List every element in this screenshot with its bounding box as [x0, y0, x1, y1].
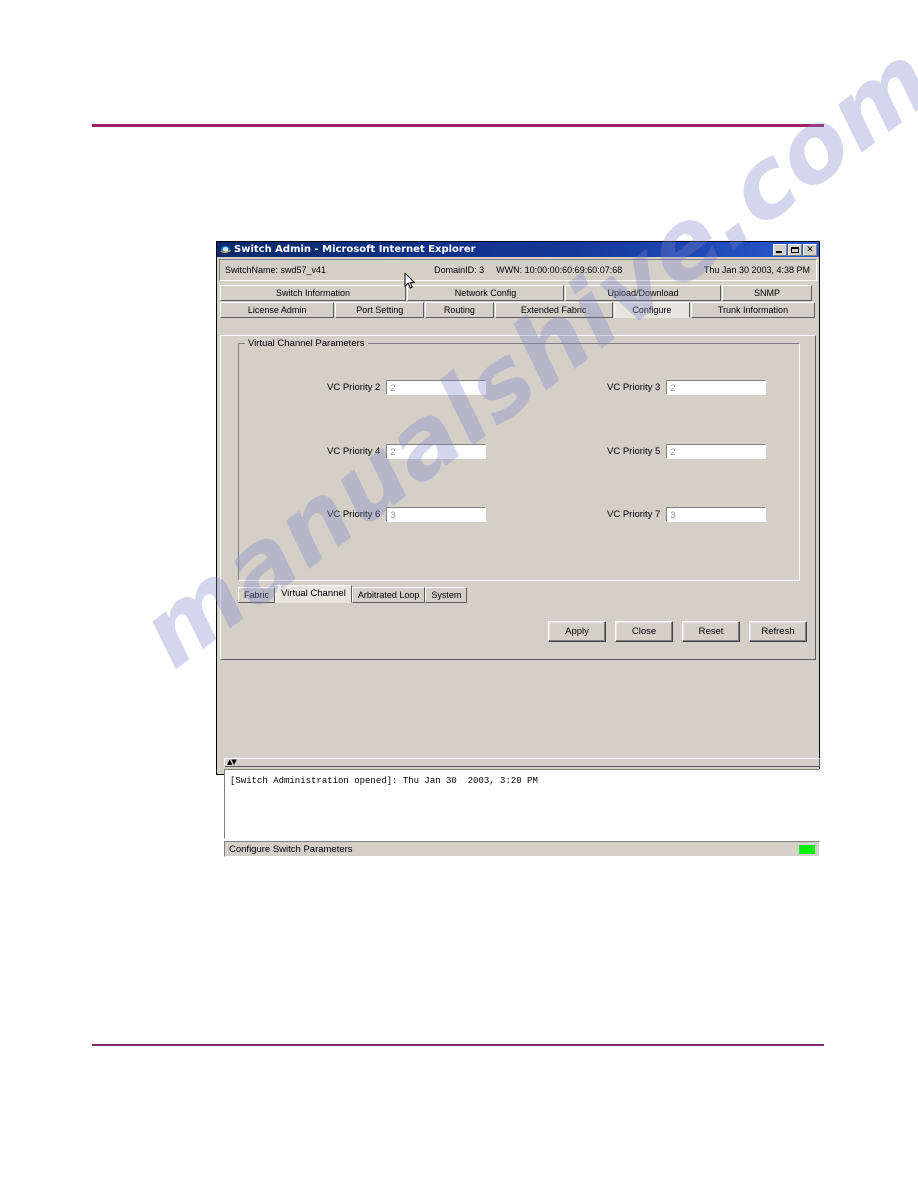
- field-label: VC Priority 6: [327, 509, 381, 520]
- domain-id-label: DomainID:: [434, 265, 477, 275]
- input-vc-priority-5[interactable]: [666, 444, 767, 459]
- tabrow-2: License Admin Port Setting Routing Extended…: [220, 302, 816, 318]
- wwn: WWN: 10:00:00:60:69:60:07:68: [496, 265, 622, 275]
- tab-label: Configure: [632, 305, 672, 315]
- switch-info-bar: SwitchName: swd57_v41 DomainID: 3 WWN: 1…: [219, 259, 817, 289]
- field-label: VC Priority 2: [327, 382, 381, 393]
- panel-splitter[interactable]: ▲▼: [224, 758, 820, 767]
- log-output-area: [Switch Administration opened]: Thu Jan …: [224, 769, 820, 839]
- field-vc-priority-4: VC Priority 4: [327, 444, 487, 459]
- tab-configure[interactable]: Configure: [613, 302, 690, 318]
- tab-port-setting[interactable]: Port Setting: [335, 302, 425, 318]
- sub-tabstrip: Fabric Virtual Channel Arbitrated Loop Syst…: [238, 585, 468, 603]
- splitter-arrows-icon[interactable]: ▲▼: [227, 759, 237, 766]
- field-label: VC Priority 5: [607, 446, 661, 457]
- status-text: Configure Switch Parameters: [229, 843, 353, 855]
- tab-label: Port Setting: [356, 305, 404, 315]
- close-button[interactable]: Close: [615, 621, 673, 642]
- tab-label: SNMP: [753, 288, 780, 298]
- tabrow-1: Switch Information Network Config Upload/D…: [220, 285, 816, 301]
- domain-id: DomainID: 3: [434, 265, 484, 275]
- input-vc-priority-6[interactable]: [386, 507, 487, 522]
- field-vc-priority-7: VC Priority 7: [607, 507, 767, 522]
- tab-upload-download[interactable]: Upload/Download: [565, 285, 721, 301]
- action-buttons: Apply Close Reset Refresh: [548, 621, 807, 642]
- field-vc-priority-2: VC Priority 2: [327, 380, 487, 395]
- input-vc-priority-7[interactable]: [666, 507, 767, 522]
- field-vc-priority-5: VC Priority 5: [607, 444, 767, 459]
- tab-label: Routing: [443, 305, 475, 315]
- log-line: [Switch Administration opened]: Thu Jan …: [230, 776, 538, 786]
- reset-button[interactable]: Reset: [682, 621, 740, 642]
- subtab-virtual-channel[interactable]: Virtual Channel: [275, 585, 352, 603]
- minimize-button[interactable]: [773, 243, 787, 256]
- switch-name: SwitchName: swd57_v41: [225, 265, 326, 275]
- tab-label: Network Config: [454, 288, 517, 298]
- field-label: VC Priority 4: [327, 446, 381, 457]
- button-label: Apply: [565, 626, 589, 637]
- subtab-label: Arbitrated Loop: [357, 590, 420, 600]
- domain-id-value: 3: [479, 265, 485, 275]
- wwn-label: WWN:: [496, 265, 523, 275]
- internet-explorer-icon: [220, 245, 231, 254]
- main-tabstrip: Switch Information Network Config Upload/D…: [220, 285, 816, 318]
- subtab-fabric[interactable]: Fabric: [238, 587, 276, 603]
- tab-label: Switch Information: [275, 288, 351, 298]
- window-titlebar[interactable]: Switch Admin - Microsoft Internet Explor…: [217, 242, 819, 257]
- close-button[interactable]: ✕: [803, 243, 817, 256]
- tab-switch-information[interactable]: Switch Information: [220, 285, 406, 301]
- field-label: VC Priority 3: [607, 382, 661, 393]
- tab-license-admin[interactable]: License Admin: [220, 302, 335, 318]
- window-controls: ✕: [773, 243, 817, 256]
- subtab-system[interactable]: System: [425, 587, 468, 603]
- page-rule-bottom: [92, 1044, 824, 1046]
- page-rule-top: [92, 124, 824, 127]
- tab-snmp[interactable]: SNMP: [722, 285, 812, 301]
- status-led-indicator: [799, 845, 815, 854]
- datetime-text: Thu Jan 30 2003, 4:38 PM: [703, 265, 810, 275]
- virtual-channel-parameters-group: Virtual Channel Parameters VC Priority 2…: [238, 338, 800, 581]
- tab-label: Upload/Download: [607, 288, 679, 298]
- switch-name-label: SwitchName:: [225, 265, 279, 275]
- mouse-cursor-icon: [404, 273, 416, 289]
- tab-label: License Admin: [247, 305, 307, 315]
- log-lines: [Switch Administration opened]: Thu Jan …: [230, 776, 819, 786]
- tab-routing[interactable]: Routing: [425, 302, 494, 318]
- apply-button[interactable]: Apply: [548, 621, 606, 642]
- group-title: Virtual Channel Parameters: [245, 338, 368, 349]
- subtab-label: Fabric: [244, 590, 270, 600]
- input-vc-priority-4[interactable]: [386, 444, 487, 459]
- wwn-value: 10:00:00:60:69:60:07:68: [524, 265, 623, 275]
- refresh-button[interactable]: Refresh: [749, 621, 807, 642]
- button-label: Close: [631, 626, 657, 637]
- tab-trunk-information[interactable]: Trunk Information: [690, 302, 815, 318]
- switch-name-value: swd57_v41: [280, 265, 327, 275]
- tab-network-config[interactable]: Network Config: [407, 285, 564, 301]
- subtab-arbitrated-loop[interactable]: Arbitrated Loop: [351, 587, 426, 603]
- field-label: VC Priority 7: [607, 509, 661, 520]
- configure-content-panel: Virtual Channel Parameters VC Priority 2…: [220, 335, 820, 857]
- input-vc-priority-3[interactable]: [666, 380, 767, 395]
- field-vc-priority-6: VC Priority 6: [327, 507, 487, 522]
- button-label: Refresh: [761, 626, 795, 637]
- switch-admin-window: Switch Admin - Microsoft Internet Explor…: [216, 241, 820, 857]
- window-title: Switch Admin - Microsoft Internet Explor…: [234, 244, 476, 255]
- tab-label: Trunk Information: [717, 305, 789, 315]
- status-bar: Configure Switch Parameters: [224, 841, 820, 857]
- field-vc-priority-3: VC Priority 3: [607, 380, 767, 395]
- subtab-label: System: [431, 590, 462, 600]
- input-vc-priority-2[interactable]: [386, 380, 487, 395]
- tab-label: Extended Fabric: [520, 305, 587, 315]
- tab-extended-fabric[interactable]: Extended Fabric: [494, 302, 613, 318]
- maximize-button[interactable]: [788, 243, 802, 256]
- subtab-label: Virtual Channel: [281, 588, 346, 599]
- button-label: Reset: [698, 626, 724, 637]
